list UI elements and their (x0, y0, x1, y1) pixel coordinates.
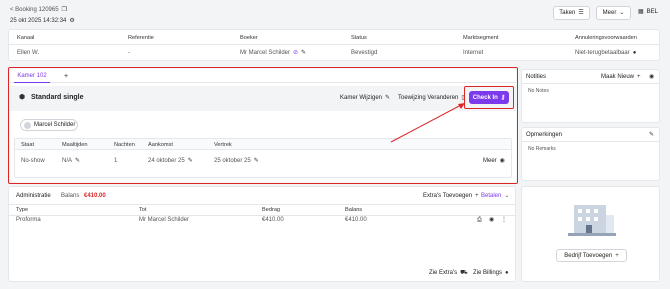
see-extras-button[interactable]: Zie Extra's ⛟ (429, 270, 468, 276)
remarks-empty: No Remarks (528, 146, 556, 152)
col-balance: Balans (345, 207, 363, 213)
admin-header-divider (9, 215, 515, 216)
col-type: Type (16, 207, 29, 213)
pay-button[interactable]: Betalen ⌄ (481, 193, 509, 199)
pay-label: Betalen (481, 193, 502, 199)
plus-icon: + (475, 193, 479, 199)
company-card: Bedrijf Toevoegen + (521, 186, 660, 282)
see-billings-button[interactable]: Zie Billings ● (473, 270, 509, 276)
add-note-label: Maak Nieuw (601, 74, 635, 80)
balance-value: €410.00 (84, 193, 106, 199)
remarks-card: Opmerkingen ✎ No Remarks (521, 127, 660, 181)
arrow-line (390, 103, 464, 143)
admin-title: Administratie (16, 193, 51, 199)
chevron-down-icon: ⌄ (504, 193, 510, 199)
print-icon[interactable]: ⎙ (477, 217, 482, 223)
admin-divider (9, 204, 515, 205)
type-value: Proforma (16, 217, 41, 223)
remarks-title: Opmerkingen (526, 132, 563, 138)
building-illustration (568, 205, 616, 236)
view-icon[interactable]: ◉ (489, 217, 494, 223)
balance-label: Balans (61, 193, 80, 199)
see-extras-label: Zie Extra's (429, 270, 458, 276)
notes-title: Notities (526, 74, 547, 80)
edit-remarks-icon[interactable]: ✎ (649, 132, 654, 138)
admin-panel: Administratie Balans €410.00 Extra's Toe… (8, 186, 516, 282)
balance-row-value: €410.00 (345, 217, 367, 223)
billing-icon: ● (505, 270, 509, 276)
col-amount: Bedrag (262, 207, 281, 213)
notes-empty: No Notes (528, 88, 549, 94)
add-company-button[interactable]: Bedrijf Toevoegen + (556, 249, 627, 262)
remarks-divider (522, 141, 659, 142)
cart-icon: ⛟ (460, 270, 468, 276)
see-billings-label: Zie Billings (473, 270, 503, 276)
notes-divider (522, 83, 659, 84)
plus-icon: + (637, 74, 641, 80)
notes-card: Notities Maak Nieuw + ◉ No Notes (521, 69, 660, 123)
plus-icon: + (615, 252, 619, 259)
add-note-button[interactable]: Maak Nieuw + (601, 74, 641, 80)
amount-value: €410.00 (262, 217, 284, 223)
add-company-label: Bedrijf Toevoegen (564, 252, 613, 259)
add-extras-label: Extra's Toevoegen (423, 193, 473, 199)
kebab-menu-icon[interactable]: ⋮ (501, 217, 507, 223)
add-extras-button[interactable]: Extra's Toevoegen + (423, 193, 479, 199)
to-value: Mr Marcel Schilder (139, 217, 190, 223)
notes-view-icon[interactable]: ◉ (649, 74, 654, 80)
col-to: Tot (139, 207, 147, 213)
